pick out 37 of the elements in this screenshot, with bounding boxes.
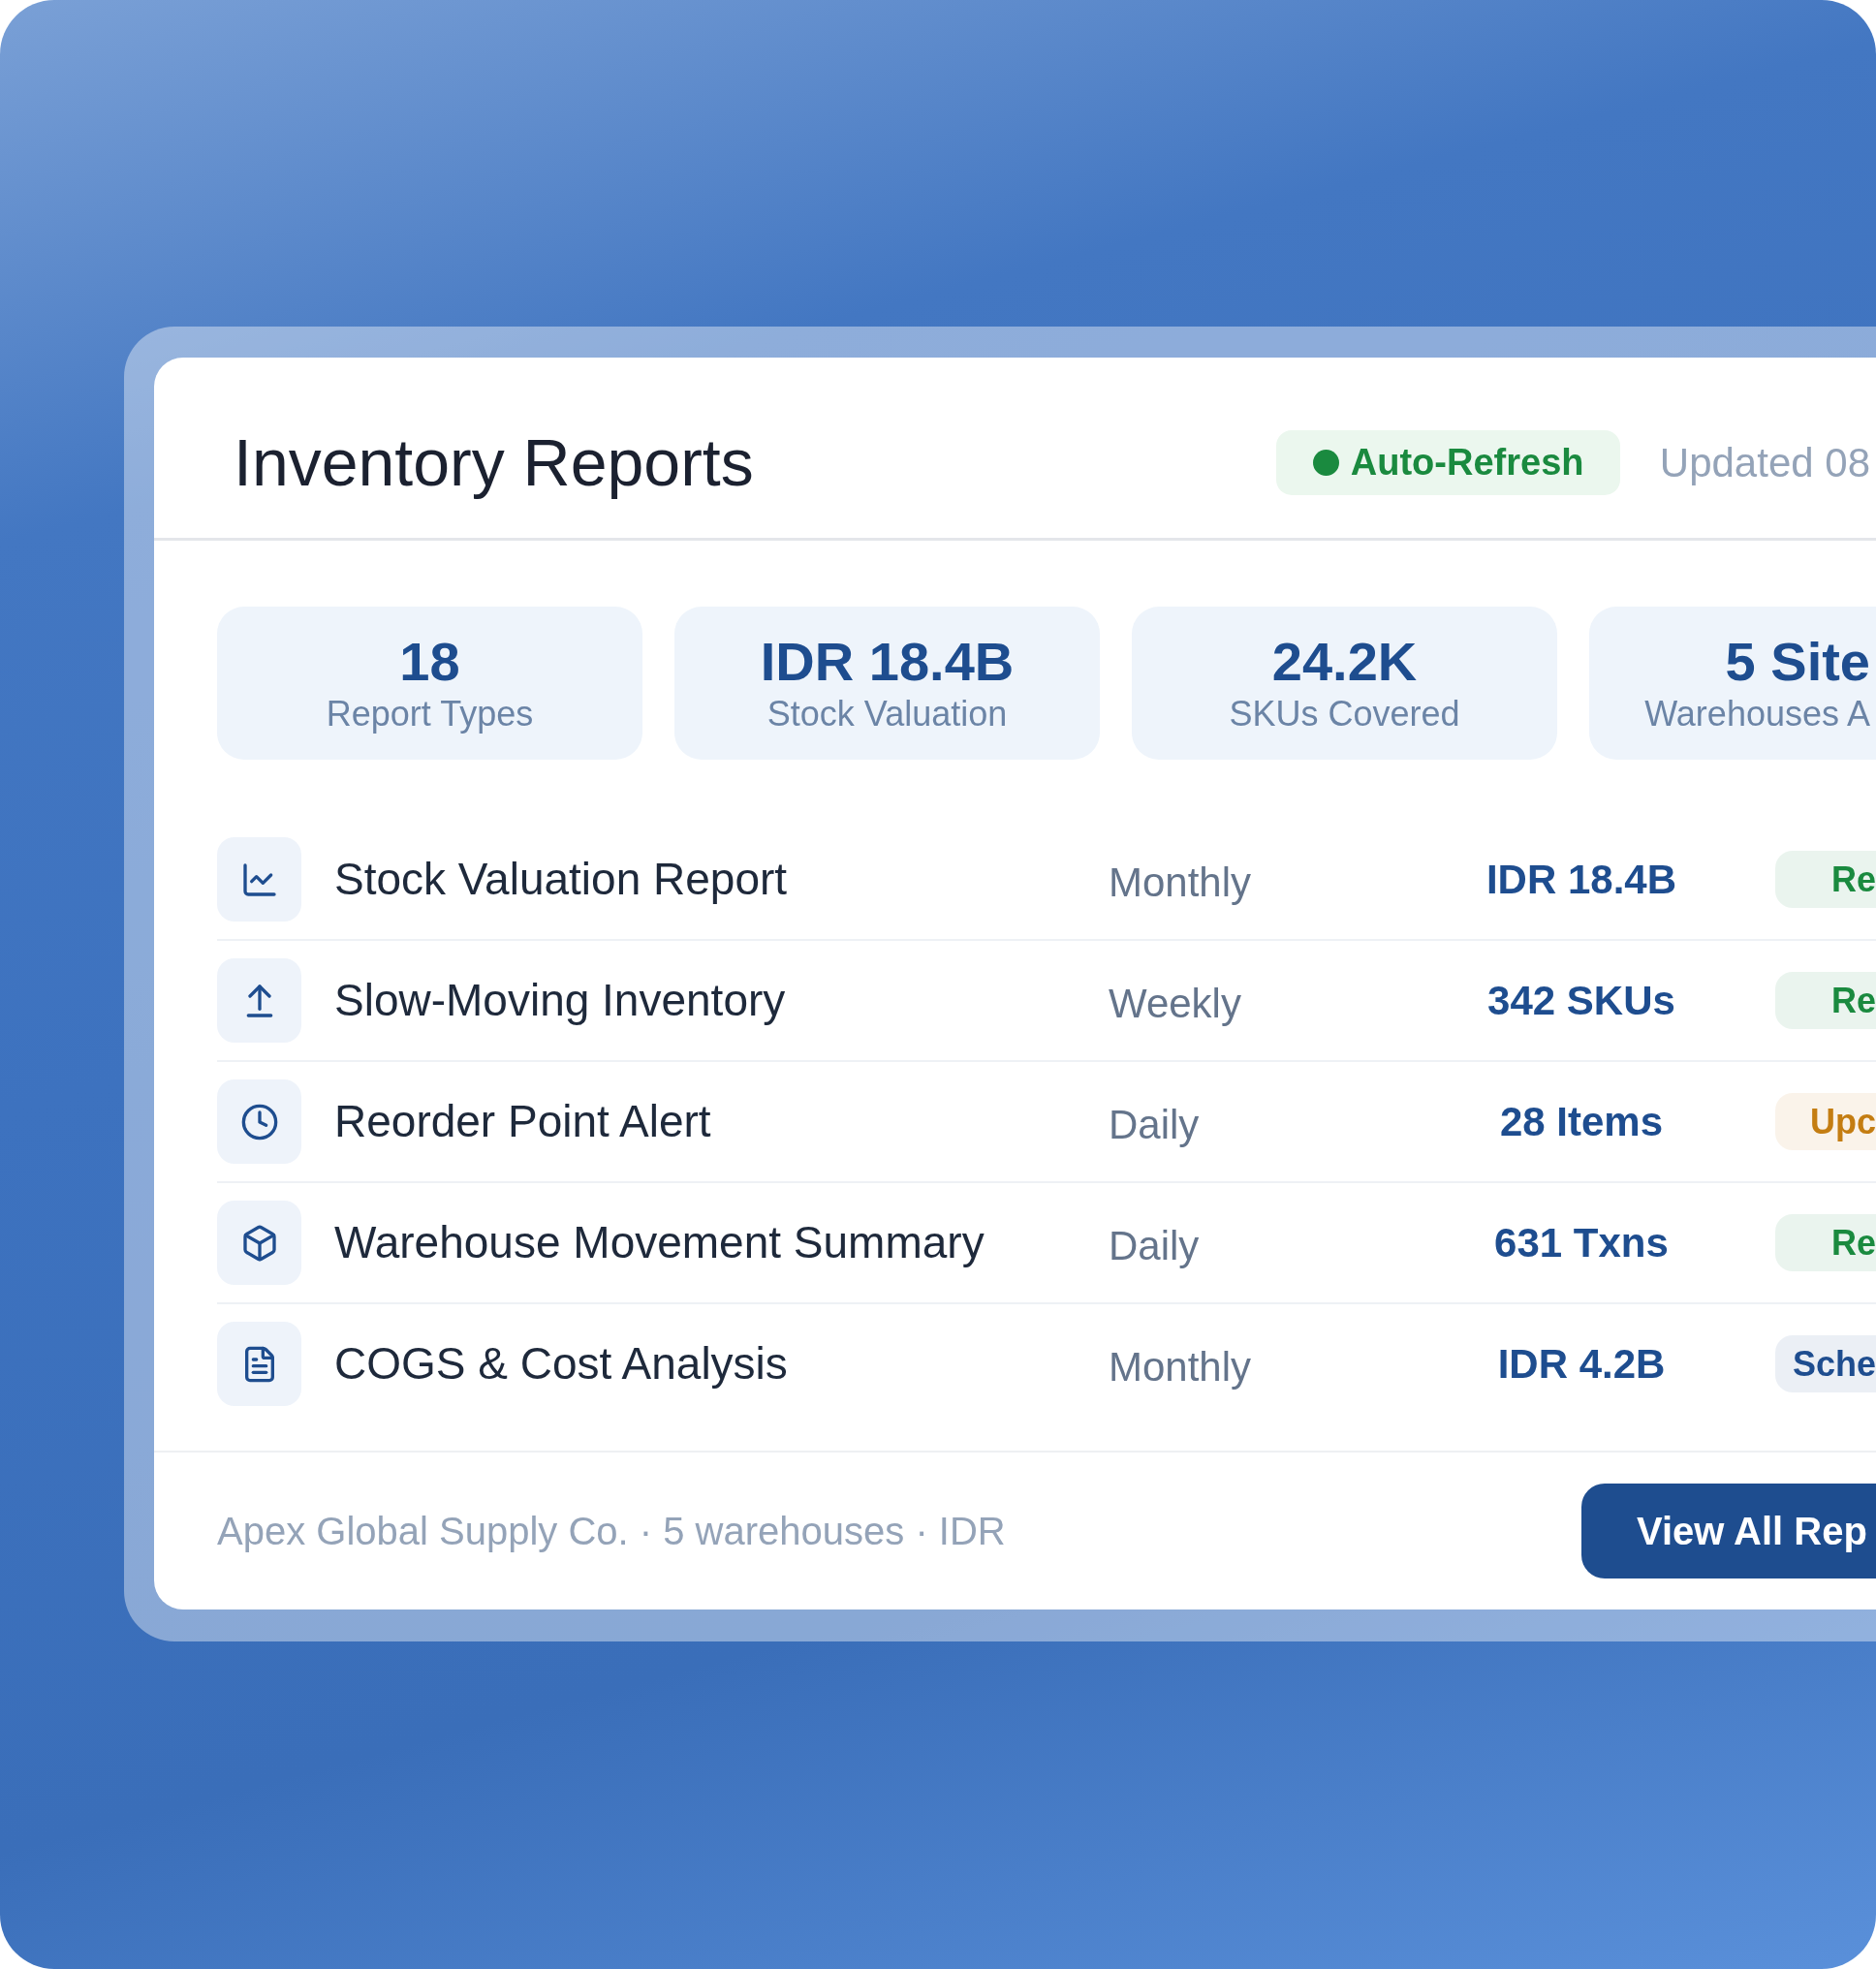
report-frequency: Weekly — [1109, 980, 1242, 1028]
report-name: Reorder Point Alert — [334, 1095, 712, 1148]
line-chart-icon — [217, 837, 301, 922]
report-value: 28 Items — [1498, 1098, 1665, 1146]
status-badge: Sche — [1775, 1335, 1876, 1392]
stat-label: Warehouses A — [1644, 693, 1870, 735]
stat-value: 24.2K — [1271, 631, 1418, 693]
stat-value: IDR 18.4B — [760, 631, 1015, 693]
stat-value: 5 Site — [1725, 631, 1870, 693]
report-name: Slow-Moving Inventory — [334, 974, 787, 1027]
status-badge: Re — [1775, 972, 1876, 1029]
report-name: COGS & Cost Analysis — [334, 1337, 789, 1391]
auto-refresh-label: Auto-Refresh — [1350, 440, 1584, 484]
stat-label: Stock Valuation — [766, 693, 1008, 735]
status-badge: Re — [1775, 851, 1876, 908]
report-frequency: Monthly — [1109, 859, 1253, 907]
stat-label: SKUs Covered — [1229, 693, 1460, 735]
report-value: 631 Txns — [1493, 1219, 1670, 1267]
report-name: Stock Valuation Report — [334, 853, 789, 906]
status-badge: Re — [1775, 1214, 1876, 1271]
view-all-button[interactable]: View All Rep — [1581, 1484, 1876, 1578]
stat-value: 18 — [399, 631, 460, 693]
document-icon — [217, 1322, 301, 1406]
clock-icon — [217, 1079, 301, 1164]
report-name: Warehouse Movement Summary — [334, 1216, 985, 1269]
report-value: IDR 4.2B — [1496, 1340, 1667, 1389]
report-value: IDR 18.4B — [1485, 856, 1678, 904]
updated-time: Updated 08 — [1659, 438, 1870, 487]
report-frequency: Monthly — [1109, 1343, 1253, 1391]
status-badge: Upc — [1775, 1093, 1876, 1150]
report-frequency: Daily — [1109, 1101, 1201, 1149]
report-value: 342 SKUs — [1486, 977, 1676, 1025]
footer-info: Apex Global Supply Co. · 5 warehouses · IDR — [217, 1509, 1006, 1554]
cube-icon — [217, 1201, 301, 1285]
report-frequency: Daily — [1109, 1222, 1201, 1270]
stat-label: Report Types — [326, 693, 534, 735]
status-dot-icon — [1312, 449, 1339, 476]
